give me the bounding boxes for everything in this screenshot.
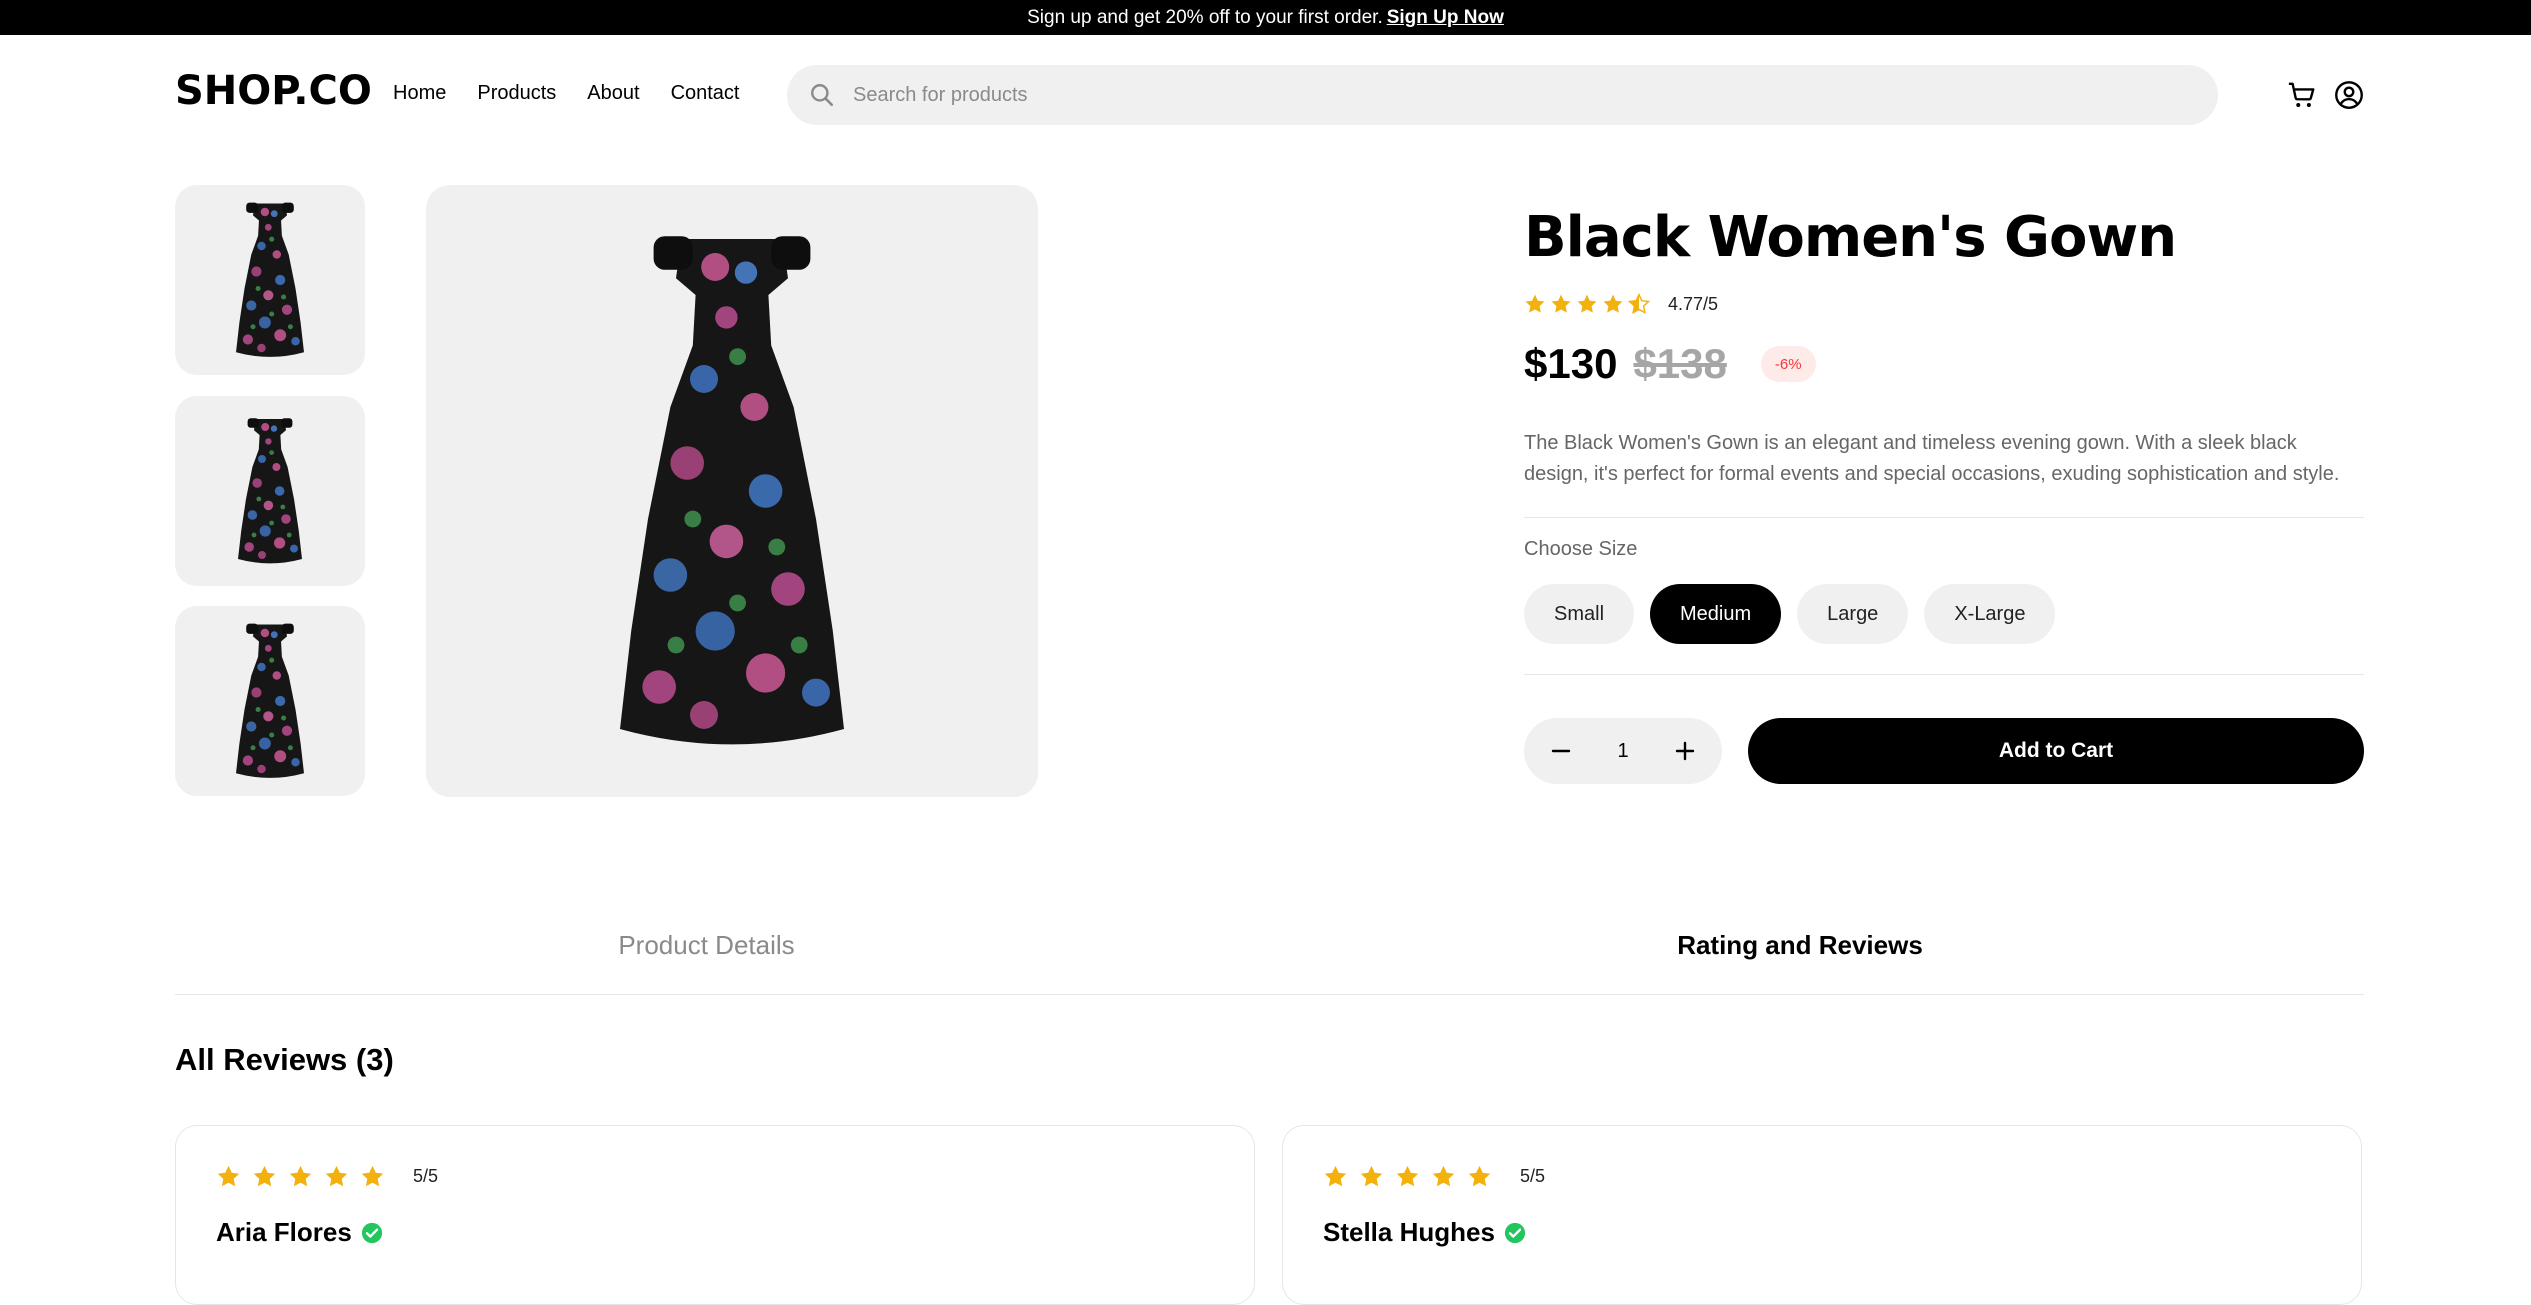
nav-about[interactable]: About xyxy=(587,82,639,105)
plus-icon xyxy=(1675,741,1695,761)
main-nav: Home Products About Contact xyxy=(393,82,740,105)
dress-image xyxy=(225,616,315,786)
search-bar xyxy=(787,65,2218,125)
divider xyxy=(1524,674,2364,675)
size-options: Small Medium Large X-Large xyxy=(1524,584,2056,644)
size-large[interactable]: Large xyxy=(1797,584,1909,644)
announcement-bar: Sign up and get 20% off to your first or… xyxy=(0,0,2531,35)
search-input[interactable] xyxy=(851,82,2155,108)
star-icon xyxy=(1550,293,1572,315)
review-rating-value: 5/5 xyxy=(1520,1166,1546,1186)
reviewer-name-text: Stella Hughes xyxy=(1323,1217,1495,1247)
reviewer-name-text: Aria Flores xyxy=(216,1217,352,1247)
minus-icon xyxy=(1551,749,1571,753)
star-icon xyxy=(1576,293,1598,315)
logo[interactable]: SHOP.CO xyxy=(175,68,372,114)
current-price: $130 xyxy=(1524,340,1618,387)
announcement-text: Sign up and get 20% off to your first or… xyxy=(1027,6,1383,28)
size-x-large[interactable]: X-Large xyxy=(1924,584,2056,644)
star-icon xyxy=(1602,293,1624,315)
star-icon xyxy=(1323,1164,1348,1189)
sign-up-link[interactable]: Sign Up Now xyxy=(1387,7,1504,29)
increase-button[interactable] xyxy=(1670,736,1700,766)
thumbnail-side[interactable] xyxy=(175,396,365,586)
search-icon xyxy=(811,84,834,107)
star-icon xyxy=(1431,1164,1456,1189)
tab-divider xyxy=(175,994,2364,995)
original-price: $138 xyxy=(1633,340,1727,387)
review-rating: 5/5 xyxy=(1323,1164,1545,1189)
all-reviews-heading: All Reviews (3) xyxy=(175,1042,394,1077)
thumbnail-front[interactable] xyxy=(175,185,365,375)
size-small[interactable]: Small xyxy=(1524,584,1635,644)
tab-product-details[interactable]: Product Details xyxy=(425,930,988,961)
star-icon xyxy=(1524,293,1546,315)
nav-contact[interactable]: Contact xyxy=(671,82,740,105)
nav-products[interactable]: Products xyxy=(477,82,556,105)
star-icon xyxy=(360,1164,385,1189)
product-description: The Black Women's Gown is an elegant and… xyxy=(1524,432,2340,485)
dress-image xyxy=(225,195,315,365)
review-rating: 5/5 xyxy=(216,1164,438,1189)
star-icon xyxy=(324,1164,349,1189)
quantity-stepper: 1 xyxy=(1524,718,1722,784)
add-to-cart-button[interactable]: Add to Cart xyxy=(1748,718,2364,784)
review-rating-value: 5/5 xyxy=(413,1166,439,1186)
star-icon xyxy=(252,1164,277,1189)
dress-image xyxy=(592,211,872,771)
divider xyxy=(1524,517,2364,518)
reviewer-name: Aria Flores xyxy=(216,1217,383,1248)
cart-icon[interactable] xyxy=(2285,78,2319,112)
product-rating: 4.77/5 xyxy=(1524,293,1718,315)
thumbnail-back[interactable] xyxy=(175,606,365,796)
star-icon xyxy=(288,1164,313,1189)
user-icon[interactable] xyxy=(2332,78,2366,112)
star-icon xyxy=(216,1164,241,1189)
tab-rating-reviews[interactable]: Rating and Reviews xyxy=(1520,930,2080,961)
discount-badge: -6% xyxy=(1760,346,1816,382)
reviewer-name: Stella Hughes xyxy=(1323,1217,1526,1248)
nav-home[interactable]: Home xyxy=(393,82,446,105)
size-medium[interactable]: Medium xyxy=(1650,584,1782,644)
product-title: Black Women's Gown xyxy=(1524,205,2177,270)
decrease-button[interactable] xyxy=(1546,736,1576,766)
dress-image xyxy=(230,406,310,576)
size-label: Choose Size xyxy=(1524,538,1638,560)
quantity-value: 1 xyxy=(1617,739,1629,762)
star-icon xyxy=(1359,1164,1384,1189)
verified-icon xyxy=(1504,1222,1526,1243)
review-card: 5/5 Aria Flores xyxy=(175,1125,1255,1305)
verified-icon xyxy=(361,1222,382,1243)
half-star-icon xyxy=(1628,293,1650,315)
rating-value: 4.77/5 xyxy=(1668,293,1719,314)
main-product-image xyxy=(426,185,1038,797)
review-card: 5/5 Stella Hughes xyxy=(1282,1125,2362,1305)
star-icon xyxy=(1395,1164,1420,1189)
star-icon xyxy=(1467,1164,1492,1189)
price-row: $130 $138 -6% xyxy=(1524,340,1816,388)
